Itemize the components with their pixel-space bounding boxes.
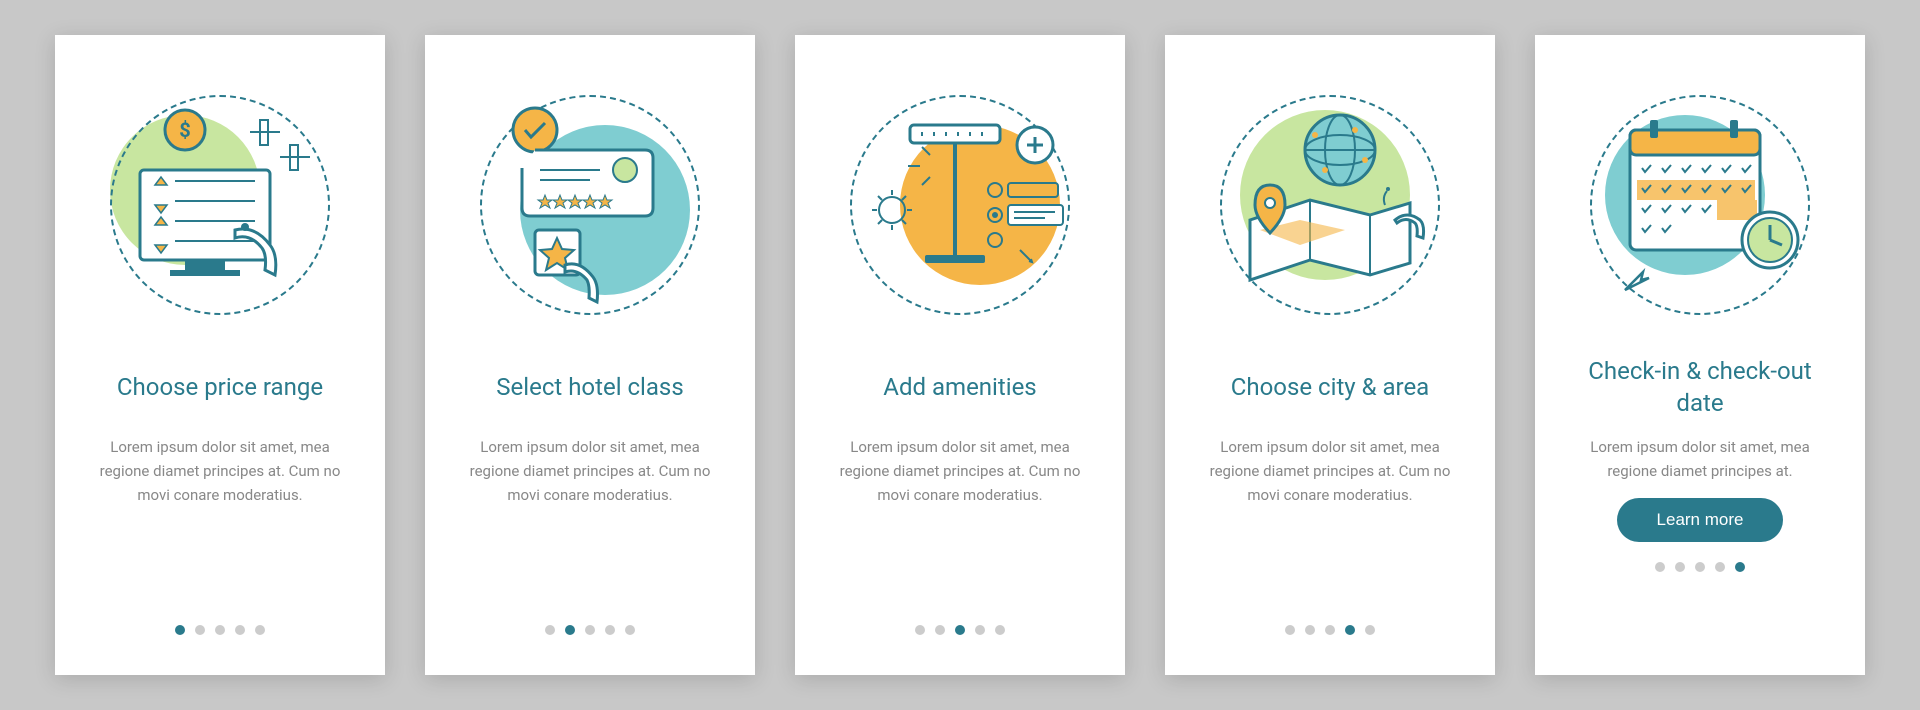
dot[interactable]	[255, 625, 265, 635]
calendar-icon	[1570, 75, 1830, 335]
dot[interactable]	[1695, 562, 1705, 572]
dot[interactable]	[1325, 625, 1335, 635]
pagination-dots	[1285, 625, 1375, 635]
onboarding-cards: $ Choose price range Lorem ipsum dolor s…	[55, 35, 1865, 675]
svg-text:$: $	[179, 118, 190, 142]
pagination-dots	[915, 625, 1005, 635]
dot[interactable]	[955, 625, 965, 635]
card-desc: Lorem ipsum dolor sit amet, mea regione …	[85, 435, 355, 507]
pagination-dots	[175, 625, 265, 635]
dot[interactable]	[1735, 562, 1745, 572]
card-desc: Lorem ipsum dolor sit amet, mea regione …	[1565, 435, 1835, 483]
dot[interactable]	[605, 625, 615, 635]
hotel-class-icon	[460, 75, 720, 335]
dot[interactable]	[1365, 625, 1375, 635]
dot[interactable]	[1305, 625, 1315, 635]
card-hotel-class: Select hotel class Lorem ipsum dolor sit…	[425, 35, 755, 675]
amenities-icon	[830, 75, 1090, 335]
dot[interactable]	[1655, 562, 1665, 572]
dot[interactable]	[235, 625, 245, 635]
dot[interactable]	[625, 625, 635, 635]
dot[interactable]	[915, 625, 925, 635]
card-amenities: Add amenities Lorem ipsum dolor sit amet…	[795, 35, 1125, 675]
dot[interactable]	[975, 625, 985, 635]
card-title: Select hotel class	[496, 355, 683, 420]
dot[interactable]	[1675, 562, 1685, 572]
card-price-range: $ Choose price range Lorem ipsum dolor s…	[55, 35, 385, 675]
card-desc: Lorem ipsum dolor sit amet, mea regione …	[1195, 435, 1465, 507]
dot[interactable]	[1285, 625, 1295, 635]
pagination-dots	[545, 625, 635, 635]
card-title: Choose city & area	[1231, 355, 1429, 420]
card-title: Add amenities	[883, 355, 1036, 420]
dot[interactable]	[565, 625, 575, 635]
card-checkin-checkout: Check-in & check-out date Lorem ipsum do…	[1535, 35, 1865, 675]
card-desc: Lorem ipsum dolor sit amet, mea regione …	[455, 435, 725, 507]
learn-more-button[interactable]: Learn more	[1617, 498, 1784, 542]
dot[interactable]	[1345, 625, 1355, 635]
dot[interactable]	[585, 625, 595, 635]
card-title: Check-in & check-out date	[1565, 355, 1835, 420]
pagination-dots	[1655, 562, 1745, 572]
price-range-icon: $	[90, 75, 350, 335]
card-city-area: Choose city & area Lorem ipsum dolor sit…	[1165, 35, 1495, 675]
dot[interactable]	[195, 625, 205, 635]
city-area-icon	[1200, 75, 1460, 335]
dot[interactable]	[545, 625, 555, 635]
card-desc: Lorem ipsum dolor sit amet, mea regione …	[825, 435, 1095, 507]
dot[interactable]	[935, 625, 945, 635]
dot[interactable]	[1715, 562, 1725, 572]
dot[interactable]	[175, 625, 185, 635]
dot[interactable]	[995, 625, 1005, 635]
card-title: Choose price range	[117, 355, 323, 420]
dot[interactable]	[215, 625, 225, 635]
